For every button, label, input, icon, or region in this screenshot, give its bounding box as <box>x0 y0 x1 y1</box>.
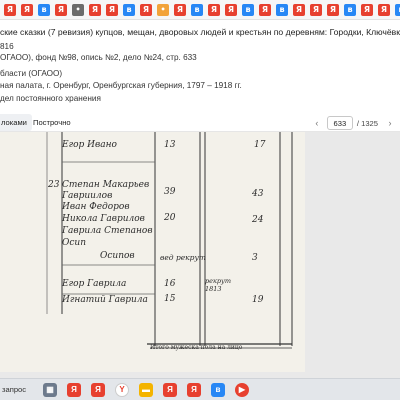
bookmark-icon[interactable]: в <box>242 3 254 16</box>
entry-age-now: 24 <box>252 215 264 225</box>
folder-icon[interactable]: ▬ <box>139 382 153 397</box>
bookmark-icon[interactable]: Я <box>361 3 373 16</box>
bookmark-icon[interactable]: Я <box>106 3 118 16</box>
document-viewer[interactable]: Егор Ивано 13 17 23 Степан Макарьев 39 4… <box>0 132 400 378</box>
bookmark-icon[interactable]: Я <box>174 3 186 16</box>
bookmark-icon[interactable]: Я <box>4 3 16 16</box>
bookmark-icon[interactable]: в <box>395 3 400 16</box>
entry-age-before: 13 <box>164 140 176 150</box>
bookmark-icon[interactable]: • <box>157 3 169 16</box>
taskbar: запрос ▦ Я Я Y ▬ Я Я в ▶ <box>0 378 400 400</box>
entry-note: рекрут 1813 <box>205 277 231 293</box>
entry-age-now: 19 <box>252 295 264 305</box>
bookmark-icon[interactable]: Я <box>310 3 322 16</box>
bookmark-icon[interactable]: • <box>72 3 84 16</box>
entry-name: Осипов <box>100 251 135 261</box>
record-source: ОГАОО), фонд №98, опись №2, дело №24, ст… <box>0 53 197 62</box>
yandex-browser-icon[interactable]: Y <box>115 382 129 397</box>
page-number-input[interactable] <box>326 116 353 130</box>
record-archive: бласти (ОГАОО) <box>0 69 63 78</box>
page-navigator: ‹ / 1325 › <box>311 115 400 131</box>
bookmark-icon[interactable]: Я <box>225 3 237 16</box>
chevron-left-icon[interactable]: ‹ <box>311 118 323 128</box>
bookmark-icon[interactable]: Я <box>208 3 220 16</box>
document-page: Егор Ивано 13 17 23 Степан Макарьев 39 4… <box>0 132 305 372</box>
tab-lines[interactable]: Построчно <box>28 114 76 131</box>
entry-number: 23 <box>48 180 60 190</box>
bookmark-icon[interactable]: Я <box>259 3 271 16</box>
bookmark-icon[interactable]: Я <box>293 3 305 16</box>
entry-name: Осип <box>62 238 87 248</box>
entry-age-before: 15 <box>164 294 176 304</box>
bookmark-icon[interactable]: в <box>191 3 203 16</box>
entry-name: Гаврила Степанов <box>62 226 153 236</box>
record-year: 816 <box>0 42 14 51</box>
bookmarks-bar: Я Я в Я • Я Я в Я • Я в Я Я в Я в Я Я Я … <box>0 0 400 20</box>
yandex-icon[interactable]: Я <box>163 382 177 397</box>
document-footer: Итого мужеска пола на лицо <box>150 344 243 351</box>
entry-name: Гавриилов <box>62 191 113 201</box>
entry-age-before: 20 <box>164 213 176 223</box>
vk-icon[interactable]: в <box>211 382 225 397</box>
bookmark-icon[interactable]: Я <box>378 3 390 16</box>
record-fond: ная палата, г. Оренбург, Оренбургская гу… <box>0 81 242 90</box>
bookmark-icon[interactable]: Я <box>89 3 101 16</box>
bookmark-icon[interactable]: Я <box>55 3 67 16</box>
entry-name: Егор Гаврила <box>62 279 127 289</box>
entry-age-before: 39 <box>164 187 176 197</box>
record-title: ские сказки (7 ревизия) купцов, мещан, д… <box>0 27 400 37</box>
entry-age-now: 17 <box>254 140 266 150</box>
taskbar-search[interactable]: запрос <box>2 385 38 394</box>
record-section: дел постоянного хранения <box>0 94 101 103</box>
entry-age-before: 16 <box>164 279 176 289</box>
bookmark-icon[interactable]: в <box>123 3 135 16</box>
media-icon[interactable]: ▶ <box>235 382 249 397</box>
entry-name: Степан Макарьев <box>62 180 150 190</box>
document-scan <box>0 132 305 372</box>
page-total: / 1325 <box>356 118 378 128</box>
entry-name: Иван Федоров <box>62 202 130 212</box>
bookmark-icon[interactable]: Я <box>327 3 339 16</box>
bookmark-icon[interactable]: в <box>276 3 288 16</box>
bookmark-icon[interactable]: Я <box>140 3 152 16</box>
yandex-icon[interactable]: Я <box>187 382 201 397</box>
bookmark-icon[interactable]: Я <box>21 3 33 16</box>
record-header: ские сказки (7 ревизия) купцов, мещан, д… <box>0 20 400 110</box>
bookmark-icon[interactable]: в <box>38 3 50 16</box>
chevron-right-icon[interactable]: › <box>384 118 396 128</box>
entry-name: Егор Ивано <box>62 140 117 150</box>
bookmark-icon[interactable]: в <box>344 3 356 16</box>
task-view-icon[interactable]: ▦ <box>43 382 57 397</box>
entry-remark: вед рекрут <box>160 253 206 262</box>
entry-age-now: 3 <box>252 253 258 263</box>
entry-name: Никола Гаврилов <box>62 214 145 224</box>
yandex-icon[interactable]: Я <box>67 382 81 397</box>
entry-age-now: 43 <box>252 189 264 199</box>
yandex-icon[interactable]: Я <box>91 382 105 397</box>
entry-name: Игнатий Гаврила <box>62 295 148 305</box>
